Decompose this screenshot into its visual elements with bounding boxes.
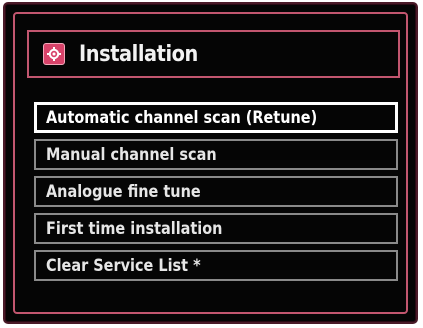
menu-header: Installation bbox=[27, 30, 400, 78]
menu-item-label: First time installation bbox=[46, 218, 223, 239]
menu-item-label: Manual channel scan bbox=[46, 144, 217, 165]
menu-item-first-time-installation[interactable]: First time installation bbox=[34, 213, 398, 244]
installation-gear-icon bbox=[43, 43, 65, 65]
menu-item-manual-channel-scan[interactable]: Manual channel scan bbox=[34, 139, 398, 170]
menu-item-label: Clear Service List * bbox=[46, 255, 201, 276]
page-title: Installation bbox=[79, 41, 198, 67]
menu-item-label: Analogue fine tune bbox=[46, 181, 201, 202]
menu-item-automatic-channel-scan[interactable]: Automatic channel scan (Retune) bbox=[34, 102, 398, 133]
menu-item-label: Automatic channel scan (Retune) bbox=[46, 107, 318, 128]
menu-item-clear-service-list[interactable]: Clear Service List * bbox=[34, 250, 398, 281]
installation-menu: Automatic channel scan (Retune) Manual c… bbox=[34, 102, 398, 287]
tv-screen: Installation Automatic channel scan (Ret… bbox=[3, 2, 418, 324]
menu-item-analogue-fine-tune[interactable]: Analogue fine tune bbox=[34, 176, 398, 207]
